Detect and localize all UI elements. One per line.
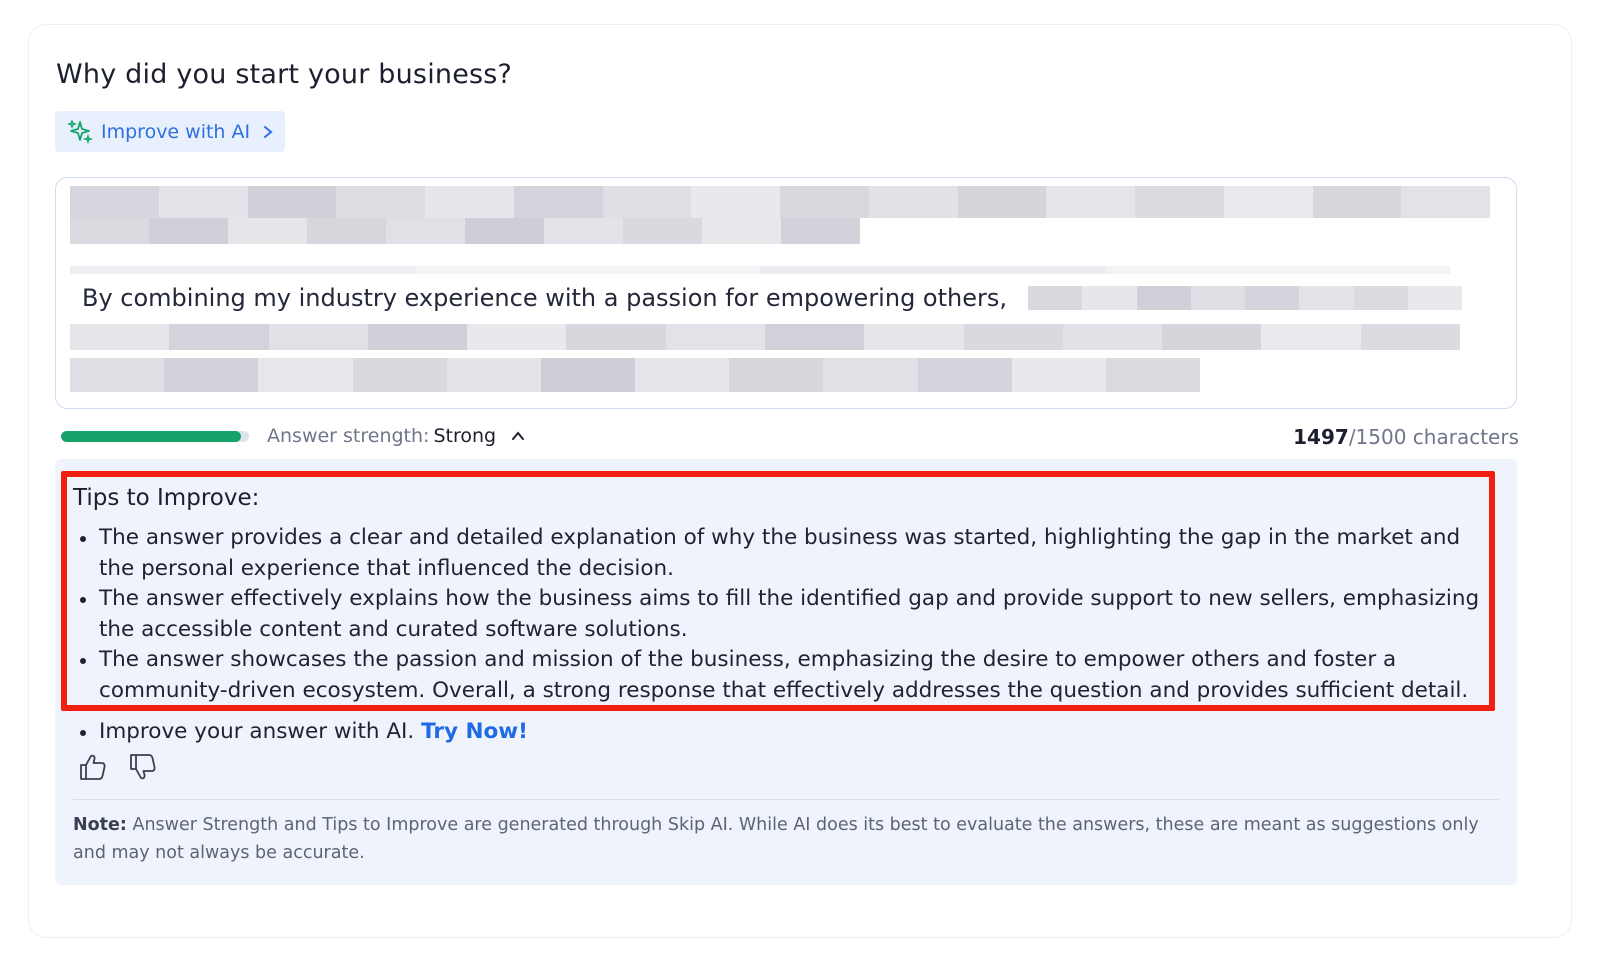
redacted-line <box>70 358 1201 392</box>
improve-with-ai-button[interactable]: Improve with AI <box>55 111 285 152</box>
chevron-right-icon <box>264 125 273 138</box>
ai-tip: Improve your answer with AI. Try Now! <box>73 717 528 747</box>
redacted-line <box>70 218 860 244</box>
ai-tip-item: Improve your answer with AI. Try Now! <box>73 717 528 747</box>
strength-value: Strong <box>433 425 497 447</box>
try-now-link[interactable]: Try Now! <box>421 719 528 744</box>
tip-item: The answer effectively explains how the … <box>73 584 1483 645</box>
tips-panel: Tips to Improve: The answer provides a c… <box>55 459 1517 885</box>
strength-meter-fill <box>61 431 242 442</box>
tip-item: The answer showcases the passion and mis… <box>73 645 1483 706</box>
redacted-line <box>70 266 1450 274</box>
tips-list: The answer provides a clear and detailed… <box>73 523 1483 706</box>
question-card: Why did you start your business? Improve… <box>28 24 1572 938</box>
answer-textarea[interactable]: By combining my industry experience with… <box>55 177 1517 409</box>
sparkle-icon <box>67 118 93 144</box>
improve-with-ai-label: Improve with AI <box>101 120 251 143</box>
ai-disclaimer-note: Note: Answer Strength and Tips to Improv… <box>73 811 1503 867</box>
divider <box>73 799 1499 800</box>
ai-tip-text: Improve your answer with AI. <box>99 719 415 744</box>
character-count: 1497/1500 characters <box>1293 425 1519 449</box>
chevron-up-icon[interactable] <box>511 430 525 442</box>
answer-visible-text: By combining my industry experience with… <box>82 284 1007 312</box>
redacted-line <box>70 324 1460 350</box>
note-label: Note: <box>73 815 127 835</box>
tips-title: Tips to Improve: <box>73 485 260 511</box>
thumbs-up-icon[interactable] <box>77 751 109 783</box>
redacted-line <box>1028 286 1462 310</box>
feedback-buttons <box>77 751 159 783</box>
tip-item: The answer provides a clear and detailed… <box>73 523 1483 584</box>
strength-label: Answer strength: Strong <box>267 425 496 447</box>
character-count-limit: /1500 characters <box>1348 425 1519 449</box>
thumbs-down-icon[interactable] <box>127 751 159 783</box>
answer-strength-row: Answer strength: Strong 1497/1500 charact… <box>59 425 1519 449</box>
note-text: Answer Strength and Tips to Improve are … <box>73 815 1479 863</box>
question-title: Why did you start your business? <box>56 59 513 90</box>
strength-meter <box>61 431 249 442</box>
redacted-line <box>70 186 1490 218</box>
character-count-current: 1497 <box>1293 425 1349 449</box>
strength-label-text: Answer strength: <box>267 425 430 447</box>
